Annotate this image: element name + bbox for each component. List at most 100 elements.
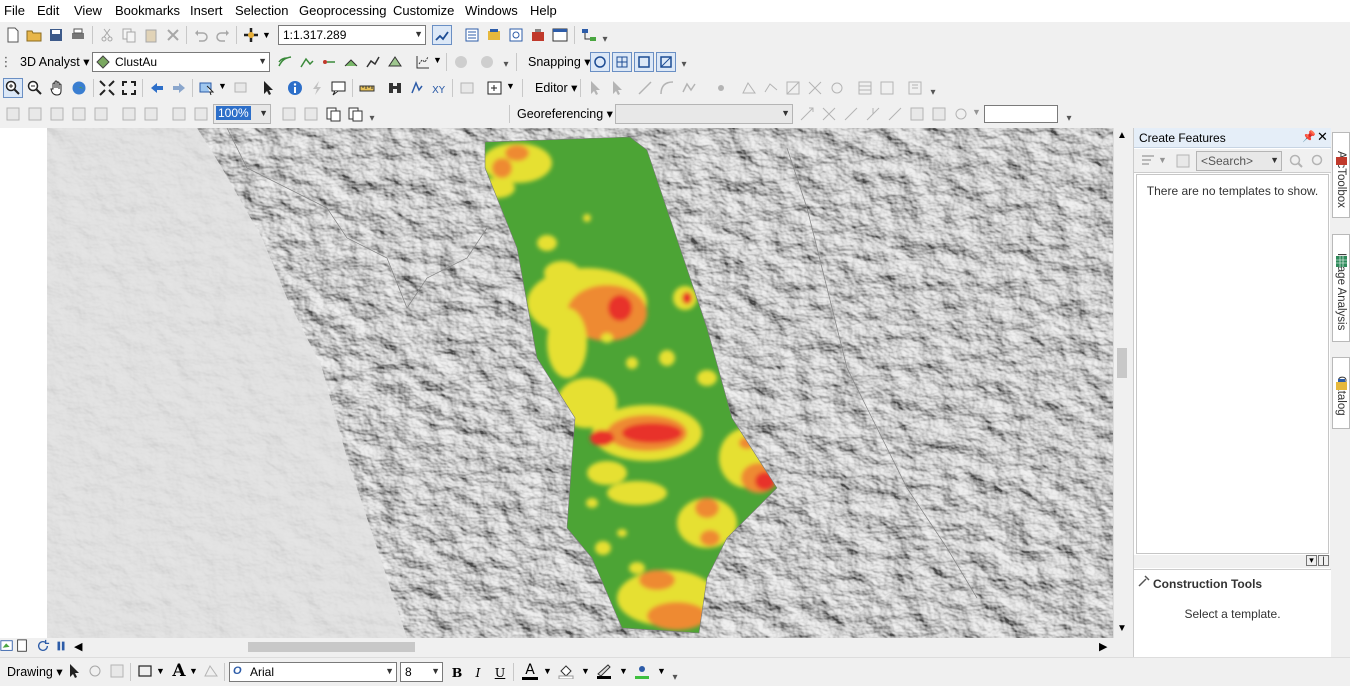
- editor-toolbar-icon[interactable]: [432, 25, 452, 45]
- rotate-dropdown-icon[interactable]: [951, 104, 971, 124]
- go-to-xy-icon[interactable]: XY: [429, 78, 449, 98]
- zoom-100-icon[interactable]: [91, 104, 111, 124]
- create-features-icon[interactable]: [905, 78, 925, 98]
- rotate-element-icon[interactable]: [85, 661, 105, 681]
- interpolate-point-icon[interactable]: [341, 52, 361, 72]
- menu-geoprocessing[interactable]: Geoprocessing: [299, 3, 386, 18]
- zoom-out-icon[interactable]: [25, 78, 45, 98]
- edit-vertices-icon[interactable]: [739, 78, 759, 98]
- font-size-combo[interactable]: 8 ▼: [400, 662, 443, 682]
- create-viewer-window-icon[interactable]: [485, 78, 505, 98]
- split-tool-icon[interactable]: [805, 78, 825, 98]
- redo-icon[interactable]: [213, 25, 233, 45]
- italic-button[interactable]: I: [468, 662, 488, 682]
- collapse-icon[interactable]: ▾: [1306, 555, 1317, 566]
- save-icon[interactable]: [46, 25, 66, 45]
- line-of-sight-icon[interactable]: [319, 52, 339, 72]
- layout-back-icon[interactable]: [169, 104, 189, 124]
- vertex-snapping-icon[interactable]: [634, 52, 654, 72]
- marker-color-icon[interactable]: [632, 661, 652, 681]
- html-popup-icon[interactable]: [329, 78, 349, 98]
- tab-arctoolbox[interactable]: ArcToolbox: [1332, 132, 1350, 218]
- search-window-icon[interactable]: [506, 25, 526, 45]
- snapping-dropdown[interactable]: Snapping ▾: [528, 54, 591, 69]
- edit-vertices-icon[interactable]: [201, 661, 221, 681]
- select-elements-icon[interactable]: [258, 78, 278, 98]
- text-tool-icon[interactable]: A: [169, 661, 189, 681]
- zoom-whole-page-icon[interactable]: [69, 104, 89, 124]
- pin-icon[interactable]: 📌: [1302, 130, 1316, 143]
- measure-icon[interactable]: [357, 78, 377, 98]
- toolbar-options-icon[interactable]: ▾: [680, 57, 688, 71]
- chevron-down-icon[interactable]: ▼: [189, 666, 198, 676]
- arctoolbox-icon[interactable]: [528, 25, 548, 45]
- vertical-scrollbar[interactable]: ▲ ▼: [1113, 128, 1130, 638]
- change-layout-icon[interactable]: [323, 104, 343, 124]
- chevron-down-icon[interactable]: ▼: [506, 81, 515, 91]
- chevron-down-icon[interactable]: ▼: [262, 30, 271, 40]
- print-icon[interactable]: [68, 25, 88, 45]
- interpolate-line-icon[interactable]: [363, 52, 383, 72]
- reshape-feature-icon[interactable]: [761, 78, 781, 98]
- toolbar-options-icon[interactable]: ▾: [368, 111, 376, 125]
- split-icon[interactable]: |: [1318, 555, 1329, 566]
- select-elements-icon[interactable]: [64, 661, 84, 681]
- sketch-properties-icon[interactable]: [877, 78, 897, 98]
- chevron-down-icon[interactable]: ▼: [619, 666, 628, 676]
- view-link-table-icon[interactable]: [929, 104, 949, 124]
- data-view-icon[interactable]: [0, 638, 14, 654]
- point-snapping-icon[interactable]: [590, 52, 610, 72]
- contour-icon[interactable]: [275, 52, 295, 72]
- layout-zoom-in-icon[interactable]: [3, 104, 23, 124]
- find-route-icon[interactable]: [407, 78, 427, 98]
- end-point-arc-icon[interactable]: [657, 78, 677, 98]
- back-arrow-icon[interactable]: [147, 78, 167, 98]
- template-search-combo[interactable]: <Search> ▼: [1196, 151, 1282, 171]
- toolbar-options-icon[interactable]: ▾: [1065, 111, 1073, 125]
- zoom-in-icon[interactable]: [3, 78, 23, 98]
- time-slider-icon[interactable]: [457, 78, 477, 98]
- toolbar-options-icon[interactable]: ▾: [601, 32, 609, 46]
- edit-tool-icon[interactable]: [585, 78, 605, 98]
- toggle-draft-mode-icon[interactable]: [279, 104, 299, 124]
- cut-polygon-icon[interactable]: [783, 78, 803, 98]
- refresh-icon[interactable]: [36, 638, 50, 654]
- layer-combo[interactable]: ClustAu ▼: [92, 52, 270, 72]
- rotate-tool-icon[interactable]: [827, 78, 847, 98]
- drawing-dropdown[interactable]: Drawing ▾: [7, 664, 63, 679]
- layout-fixed-zoom-out-icon[interactable]: [141, 104, 161, 124]
- toolbar-options-icon[interactable]: ▾: [502, 57, 510, 71]
- new-document-icon[interactable]: [3, 25, 23, 45]
- horizontal-scrollbar[interactable]: ◀ ▶: [0, 638, 1113, 656]
- chevron-down-icon[interactable]: ▼: [156, 666, 165, 676]
- fixed-zoom-in-icon[interactable]: [97, 78, 117, 98]
- cut-icon[interactable]: [97, 25, 117, 45]
- model-builder-icon[interactable]: [579, 25, 599, 45]
- pan-hand-icon[interactable]: [47, 78, 67, 98]
- edit-annotation-icon[interactable]: [607, 78, 627, 98]
- menu-file[interactable]: File: [4, 3, 25, 18]
- map-canvas[interactable]: [47, 128, 1113, 638]
- line-color-icon[interactable]: [594, 661, 614, 681]
- add-data-icon[interactable]: [241, 25, 261, 45]
- menu-help[interactable]: Help: [530, 3, 557, 18]
- paste-icon[interactable]: [141, 25, 161, 45]
- chevron-down-icon[interactable]: ▼: [433, 55, 442, 65]
- menu-insert[interactable]: Insert: [190, 3, 223, 18]
- chevron-down-icon[interactable]: ▼: [1158, 155, 1167, 165]
- chevron-down-icon[interactable]: ▼: [972, 107, 981, 117]
- chevron-down-icon[interactable]: ▼: [657, 666, 666, 676]
- menu-bookmarks[interactable]: Bookmarks: [115, 3, 180, 18]
- zoom-to-selected-elements-icon[interactable]: [107, 661, 127, 681]
- end-snapping-icon[interactable]: [612, 52, 632, 72]
- georef-layer-combo[interactable]: ▼: [615, 104, 793, 124]
- search-icon[interactable]: [1286, 151, 1306, 171]
- horizontal-scroll-thumb[interactable]: [248, 642, 415, 652]
- edge-snapping-icon[interactable]: [656, 52, 676, 72]
- steepest-path-icon[interactable]: [297, 52, 317, 72]
- delete-icon[interactable]: [163, 25, 183, 45]
- tab-catalog[interactable]: Catalog: [1332, 357, 1350, 429]
- pause-drawing-icon[interactable]: [54, 638, 68, 654]
- toolbar-grip-icon[interactable]: ⋮: [0, 54, 13, 69]
- forward-arrow-icon[interactable]: [169, 78, 189, 98]
